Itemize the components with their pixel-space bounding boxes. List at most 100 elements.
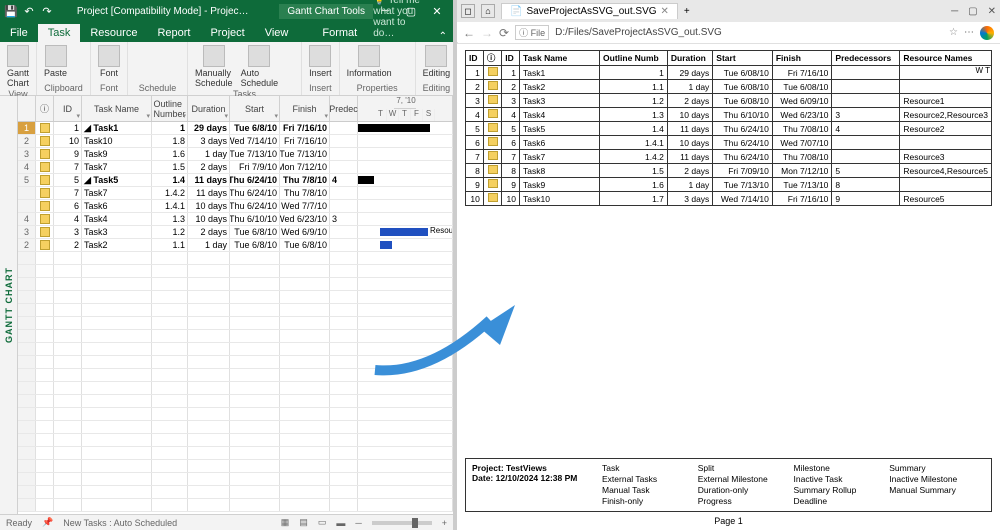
view-shortcut-icon[interactable]: ▦: [281, 517, 290, 528]
table-row[interactable]: [18, 330, 453, 343]
tab-project[interactable]: Project: [200, 24, 254, 42]
table-row[interactable]: 6Task61.4.110 daysThu 6/24/10Wed 7/7/10: [18, 200, 453, 213]
inactivate-icon[interactable]: [171, 55, 183, 65]
table-row[interactable]: [18, 434, 453, 447]
mode-icon[interactable]: [283, 66, 297, 76]
col-id[interactable]: ID▾: [54, 96, 82, 121]
forward-icon[interactable]: →: [481, 26, 493, 40]
table-row[interactable]: [18, 486, 453, 499]
view-shortcut-icon[interactable]: ▤: [299, 517, 308, 528]
close-icon[interactable]: ✕: [988, 6, 996, 17]
tool-tab[interactable]: Gantt Chart Tools: [279, 4, 373, 19]
respect-links-icon[interactable]: [158, 55, 170, 65]
url-text[interactable]: D:/Files/SaveProjectAsSVG_out.SVG: [555, 27, 943, 38]
view-shortcut-icon[interactable]: ▬: [336, 518, 345, 528]
paste-button[interactable]: Paste: [41, 44, 70, 79]
table-row[interactable]: [18, 317, 453, 330]
zoom-out-icon[interactable]: ─: [355, 518, 361, 528]
inspect-icon[interactable]: [283, 44, 297, 54]
tab-report[interactable]: Report: [147, 24, 200, 42]
notes-icon[interactable]: [397, 44, 411, 54]
col-task-name[interactable]: Task Name▾: [82, 96, 152, 121]
table-row[interactable]: 33Task31.22 daysTue 6/8/10Wed 6/9/10Reso…: [18, 226, 453, 239]
schedule-mode-icon[interactable]: 📌: [42, 517, 53, 528]
table-row[interactable]: [18, 447, 453, 460]
table-row[interactable]: 47Task71.52 daysFri 7/9/10Mon 7/12/10: [18, 161, 453, 174]
tab-file[interactable]: File: [0, 24, 38, 42]
browser-tab[interactable]: 📄 SaveProjectAsSVG_out.SVG ✕: [501, 3, 678, 19]
save-icon[interactable]: 💾: [4, 4, 18, 18]
table-row[interactable]: 11◢ Task1129 daysTue 6/8/10Fri 7/16/10: [18, 122, 453, 135]
table-row[interactable]: [18, 304, 453, 317]
table-row[interactable]: 39Task91.61 dayTue 7/13/10Tue 7/13/10: [18, 148, 453, 161]
pct-25-icon[interactable]: [145, 44, 157, 54]
task-sheet[interactable]: ⓘ ID▾ Task Name▾ Outline Number▾ Duratio…: [18, 96, 453, 514]
unlink-icon[interactable]: [145, 55, 157, 65]
table-row[interactable]: [18, 460, 453, 473]
minimize-icon[interactable]: ─: [951, 6, 958, 17]
table-row[interactable]: [18, 473, 453, 486]
pct-0-icon[interactable]: [132, 44, 144, 54]
editing-button[interactable]: Editing: [420, 44, 454, 79]
font-button[interactable]: Font: [95, 44, 123, 79]
maximize-icon[interactable]: ▢: [968, 6, 977, 17]
table-row[interactable]: [18, 252, 453, 265]
table-row[interactable]: [18, 369, 453, 382]
col-outline[interactable]: Outline Number▾: [152, 96, 188, 121]
link-icon[interactable]: [132, 55, 144, 65]
profile-icon[interactable]: ◻: [461, 4, 475, 18]
information-button[interactable]: Information: [344, 44, 395, 79]
col-start[interactable]: Start▾: [230, 96, 280, 121]
table-row[interactable]: [18, 408, 453, 421]
close-tab-icon[interactable]: ✕: [661, 6, 669, 17]
col-pred[interactable]: Predec: [330, 96, 358, 121]
table-row[interactable]: [18, 421, 453, 434]
view-shortcut-icon[interactable]: ▭: [318, 517, 327, 528]
pct-75-icon[interactable]: [171, 44, 183, 54]
cut-icon[interactable]: [72, 44, 86, 54]
table-row[interactable]: 22Task21.11 dayTue 6/8/10Tue 6/8/10: [18, 239, 453, 252]
gantt-chart-button[interactable]: Gantt Chart: [4, 44, 32, 89]
home-icon[interactable]: ⌂: [481, 4, 495, 18]
details-icon[interactable]: [397, 55, 411, 65]
refresh-icon[interactable]: ⟳: [499, 26, 509, 40]
table-row[interactable]: 55◢ Task51.411 daysThu 6/24/10Thu 7/8/10…: [18, 174, 453, 187]
table-row[interactable]: [18, 395, 453, 408]
redo-icon[interactable]: ↷: [40, 4, 54, 18]
table-row[interactable]: [18, 382, 453, 395]
tab-task[interactable]: Task: [38, 24, 81, 42]
tab-format[interactable]: Format: [312, 24, 367, 42]
manual-schedule-button[interactable]: Manually Schedule: [192, 44, 236, 89]
format-painter-icon[interactable]: [72, 66, 86, 76]
pct-50-icon[interactable]: [158, 44, 170, 54]
copy-icon[interactable]: [72, 55, 86, 65]
table-row[interactable]: [18, 278, 453, 291]
menu-icon[interactable]: ⋯: [964, 27, 974, 38]
col-finish[interactable]: Finish▾: [280, 96, 330, 121]
tell-me[interactable]: 💡 Tell me what you want to do…: [367, 0, 432, 42]
zoom-slider[interactable]: [372, 521, 432, 525]
collapse-ribbon-icon[interactable]: ⌃: [433, 31, 453, 42]
new-tab-icon[interactable]: +: [684, 6, 690, 17]
favorite-icon[interactable]: ☆: [949, 27, 958, 38]
insert-button[interactable]: Insert: [306, 44, 335, 79]
table-row[interactable]: [18, 291, 453, 304]
tab-resource[interactable]: Resource: [80, 24, 147, 42]
table-row[interactable]: [18, 356, 453, 369]
col-info[interactable]: ⓘ: [36, 96, 54, 121]
table-row[interactable]: 7Task71.4.211 daysThu 6/24/10Thu 7/8/10: [18, 187, 453, 200]
col-duration[interactable]: Duration▾: [188, 96, 230, 121]
tab-view[interactable]: View: [255, 24, 299, 42]
undo-icon[interactable]: ↶: [22, 4, 36, 18]
table-row[interactable]: [18, 343, 453, 356]
table-row[interactable]: [18, 499, 453, 512]
table-row[interactable]: 44Task41.310 daysThu 6/10/10Wed 6/23/103: [18, 213, 453, 226]
table-row[interactable]: [18, 265, 453, 278]
zoom-in-icon[interactable]: +: [442, 518, 447, 528]
back-icon[interactable]: ←: [463, 26, 475, 40]
table-row[interactable]: 210Task101.83 daysWed 7/14/10Fri 7/16/10: [18, 135, 453, 148]
move-icon[interactable]: [283, 55, 297, 65]
timeline-icon[interactable]: [397, 66, 411, 76]
auto-schedule-button[interactable]: Auto Schedule: [238, 44, 282, 89]
copilot-icon[interactable]: [980, 26, 994, 40]
